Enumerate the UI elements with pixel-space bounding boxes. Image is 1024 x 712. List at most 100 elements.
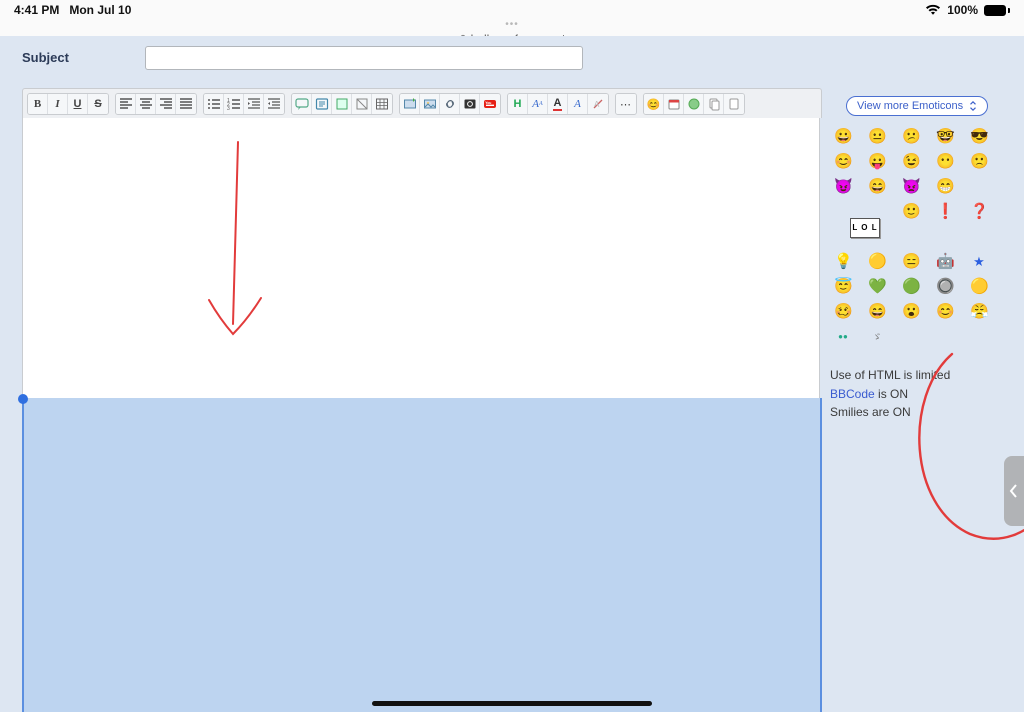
slide-over-tab[interactable] <box>1004 456 1024 526</box>
emoticon[interactable]: 😊 <box>936 303 954 321</box>
emoji-button[interactable]: 😊 <box>644 94 664 114</box>
emoticon[interactable]: 🥴 <box>834 303 852 321</box>
spoiler-button[interactable] <box>332 94 352 114</box>
battery-icon <box>984 5 1010 16</box>
align-justify-button[interactable] <box>176 94 196 114</box>
emoticon[interactable]: 😐 <box>868 128 886 146</box>
embed-button[interactable] <box>460 94 480 114</box>
emoticon[interactable]: 😛 <box>868 153 886 171</box>
emoticon[interactable]: 😤 <box>970 303 988 321</box>
link-button[interactable] <box>440 94 460 114</box>
hidden-button[interactable] <box>352 94 372 114</box>
home-indicator[interactable] <box>372 701 652 706</box>
subject-row: Subject <box>22 50 69 65</box>
editor-toolbar: B I U S 123 <box>22 88 822 118</box>
emoticon-empty <box>936 328 954 346</box>
user-link-button[interactable] <box>684 94 704 114</box>
view-more-emoticons-label: View more Emoticons <box>857 100 963 112</box>
subject-input[interactable] <box>145 46 583 70</box>
code-button[interactable] <box>312 94 332 114</box>
emoticon[interactable]: 🙁 <box>970 153 988 171</box>
date-button[interactable] <box>664 94 684 114</box>
emoticon[interactable]: 🟢 <box>902 278 920 296</box>
emoticon[interactable]: 🟡 <box>868 253 886 271</box>
chevron-left-icon <box>1009 483 1019 499</box>
emoticon[interactable]: 😄 <box>868 178 886 196</box>
editor-canvas[interactable] <box>22 118 820 428</box>
paste-button[interactable] <box>724 94 744 114</box>
subject-label: Subject <box>22 50 69 65</box>
bbcode-status-suffix: is ON <box>875 387 908 401</box>
selection-handle[interactable] <box>18 394 28 404</box>
emoticon-empty <box>970 228 988 246</box>
emoticon[interactable]: ●● <box>834 328 852 346</box>
emoticon-empty <box>936 228 954 246</box>
font-color-button[interactable]: A <box>548 94 568 114</box>
emoticon[interactable]: 😀 <box>834 128 852 146</box>
table-button[interactable] <box>372 94 392 114</box>
emoticon[interactable]: 👿 <box>902 178 920 196</box>
heading-button[interactable]: H <box>508 94 528 114</box>
align-center-button[interactable] <box>136 94 156 114</box>
align-right-button[interactable] <box>156 94 176 114</box>
more-button[interactable]: ⋯ <box>616 94 636 114</box>
emoticon[interactable]: 🙂 <box>902 203 920 221</box>
emoticon[interactable]: ❗ <box>936 203 954 221</box>
smilies-status-val: ON <box>893 405 911 419</box>
emoticon[interactable]: 😇 <box>834 278 852 296</box>
emoticon[interactable]: 🤖 <box>936 253 954 271</box>
html-status-val: limited <box>916 368 951 382</box>
list-ol-button[interactable]: 123 <box>224 94 244 114</box>
emoticon[interactable]: 💚 <box>868 278 886 296</box>
quote-button[interactable] <box>292 94 312 114</box>
emoticon-empty <box>970 328 988 346</box>
ipad-status-bar: 4:41 PM Mon Jul 10 100% <box>0 0 1024 20</box>
remove-format-button[interactable]: A <box>588 94 608 114</box>
status-date: Mon Jul 10 <box>69 3 131 17</box>
copy-button[interactable] <box>704 94 724 114</box>
align-left-button[interactable] <box>116 94 136 114</box>
emoticon[interactable]: ★ <box>970 253 988 271</box>
emoticon-empty <box>970 178 988 196</box>
bbcode-link[interactable]: BBCode <box>830 387 875 401</box>
strike-button[interactable]: S <box>88 94 108 114</box>
underline-button[interactable]: U <box>68 94 88 114</box>
list-outdent-button[interactable] <box>264 94 284 114</box>
list-indent-button[interactable] <box>244 94 264 114</box>
tab-dots-icon[interactable]: ••• <box>505 20 519 30</box>
italic-button[interactable]: I <box>48 94 68 114</box>
page-content: Subject B I U S <box>0 36 1024 712</box>
emoticon[interactable]: 😶 <box>936 153 954 171</box>
emoticon-lol-sign[interactable]: L O L <box>834 203 896 252</box>
emoticon[interactable]: 🟡 <box>970 278 988 296</box>
smilies-status-pre: Smilies are <box>830 405 893 419</box>
battery-percent: 100% <box>947 3 978 17</box>
emoticon[interactable]: 😉 <box>902 153 920 171</box>
emoticon[interactable]: 😄 <box>868 303 886 321</box>
emoticon[interactable]: 🔘 <box>936 278 954 296</box>
text-selection-region[interactable] <box>22 398 822 712</box>
emoticon-grid: 😀 😐 😕 🤓 😎 😊 😛 😉 😶 🙁 😈 😄 👿 😁 L O L <box>834 128 998 352</box>
emoticon[interactable]: ゞ <box>868 328 886 346</box>
list-ul-button[interactable] <box>204 94 224 114</box>
image-host-button[interactable] <box>400 94 420 114</box>
youtube-button[interactable]: You <box>480 94 500 114</box>
emoticon[interactable]: 😁 <box>936 178 954 196</box>
emoticon[interactable]: 😊 <box>834 153 852 171</box>
image-button[interactable] <box>420 94 440 114</box>
emoticon[interactable]: ❓ <box>970 203 988 221</box>
emoticon[interactable]: 🤓 <box>936 128 954 146</box>
emoticon[interactable]: 😑 <box>902 253 920 271</box>
emoticon[interactable]: 💡 <box>834 253 852 271</box>
font-name-button[interactable]: A <box>568 94 588 114</box>
wifi-icon <box>925 4 941 16</box>
font-size-button[interactable]: AA <box>528 94 548 114</box>
view-more-emoticons-button[interactable]: View more Emoticons <box>846 96 988 116</box>
emoticon[interactable]: 😈 <box>834 178 852 196</box>
emoticon[interactable]: 😮 <box>902 303 920 321</box>
emoticon[interactable]: 😕 <box>902 128 920 146</box>
emoticon[interactable]: 😎 <box>970 128 988 146</box>
editor-status-text: Use of HTML is limited BBCode is ON Smil… <box>830 366 998 422</box>
bold-button[interactable]: B <box>28 94 48 114</box>
drawn-arrow-annotation <box>193 136 273 346</box>
